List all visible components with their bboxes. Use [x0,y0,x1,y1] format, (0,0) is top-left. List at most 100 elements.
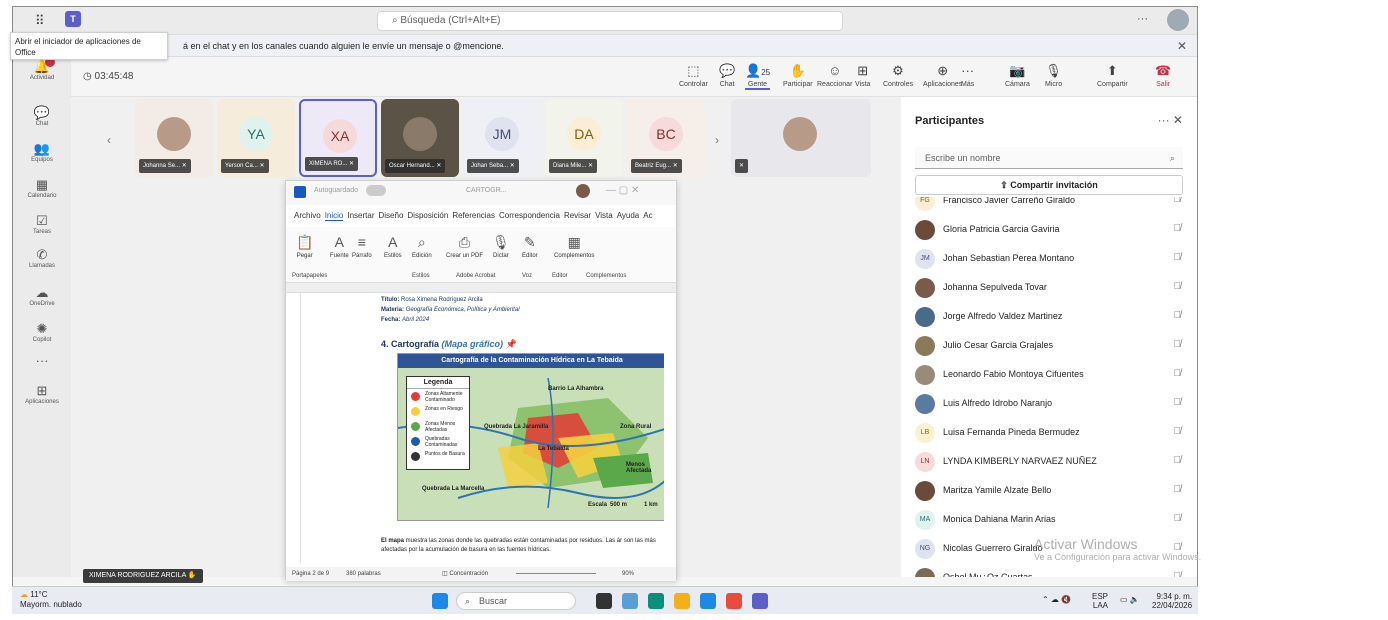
weather-desc: Mayorm. nublado [20,600,82,609]
participant-tile[interactable]: Oscar Hernand... ✕ [381,99,459,177]
network-volume-icon[interactable]: ▭ 🔈 [1120,595,1140,604]
control-controlar[interactable]: ⬚ Controlar [679,63,708,88]
rail-item-equipos[interactable]: 👥 Equipos [13,141,71,163]
menu-tab-vista[interactable]: Vista [595,211,613,220]
user-avatar[interactable] [1167,9,1189,31]
share-invite-button[interactable]: ⇪ Compartir invitación [915,175,1183,195]
participant-tile[interactable]: JM Johan Seba... ✕ [463,99,541,177]
zoom-slider[interactable] [516,573,596,574]
participant-row[interactable]: LN LYNDA KIMBERLY NARVAEZ NUÑEZ 🎙̸ [915,450,1183,474]
menu-tab-diseño[interactable]: Diseño [379,211,404,220]
participant-row[interactable]: Gloria Patricia Garcia Gaviria 🎙̸ [915,218,1183,242]
start-icon[interactable] [432,593,448,609]
control-chat[interactable]: 💬 Chat [719,63,735,88]
menu-tab-insertar[interactable]: Insertar [347,211,374,220]
edge-icon[interactable] [648,593,664,609]
teams-taskbar-icon[interactable] [752,593,768,609]
mic-off-icon: ✕ [180,163,187,169]
rail-item-onedrive[interactable]: ☁ OneDrive [13,285,71,307]
clock[interactable]: 9:34 p. m. 22/04/2026 [1152,592,1192,610]
tray-icons[interactable]: ⌃ ☁ 🔇 [1042,595,1071,604]
ribbon-editor[interactable]: ✎ Editor [522,231,538,259]
control-vista[interactable]: ⊞ Vista [855,63,870,88]
participant-tile[interactable]: BC Beatriz Eug... ✕ [627,99,705,177]
rail-item-tareas[interactable]: ☑ Tareas [13,213,71,235]
menu-tab-inicio[interactable]: Inicio [324,211,344,221]
ribbon-complementos[interactable]: ▦ Complementos [554,231,594,259]
control-controles[interactable]: ⚙ Controles [883,63,913,88]
menu-tab-ac[interactable]: Ac [643,211,652,220]
app-rail: 🔔 Actividad 💬 Chat 👥 Equipos ▦ Calendario ☑ Tarea… [13,57,71,577]
menu-tab-disposición[interactable]: Disposición [407,211,448,220]
rail-item-llamadas[interactable]: ✆ Llamadas [13,247,71,269]
rail-item-more[interactable]: ··· [13,353,71,369]
rail-item-calendario[interactable]: ▦ Calendario [13,177,71,199]
participant-row[interactable]: Johanna Sepulveda Tovar 🎙̸ [915,276,1183,300]
close-panel-icon[interactable]: ··· ✕ [1158,113,1183,127]
menu-tab-correspondencia[interactable]: Correspondencia [499,211,560,220]
participant-row[interactable]: Leonardo Fabio Montoya Cifuentes 🎙̸ [915,363,1183,387]
ribbon-estilos[interactable]: A Estilos [384,231,402,259]
ribbon-párrafo[interactable]: ≡ Párrafo [352,231,372,259]
control-aplicaciones[interactable]: ⊕ Aplicaciones [923,63,962,88]
participant-row[interactable]: Osbel Mu¿Oz Cuartas 🎙̸ [915,566,1183,577]
explorer-icon[interactable] [674,593,690,609]
window-controls-icon[interactable]: — ▢ ✕ [606,185,639,196]
menu-tab-archivo[interactable]: Archivo [294,211,321,220]
participant-row[interactable]: Luis Alfredo Idrobo Naranjo 🎙̸ [915,392,1183,416]
control-compartir[interactable]: ⬆ Compartir [1097,63,1128,88]
control-gente[interactable]: 👤25 Gente [745,63,771,90]
participant-row[interactable]: MA Monica Dahiana Marin Arias 🎙̸ [915,508,1183,532]
participant-search-input[interactable]: Escribe un nombre ⌕ [915,147,1183,169]
chevron-right-icon[interactable]: › [715,133,719,147]
participant-tile[interactable]: DA Diana Mile... ✕ [545,99,623,177]
taskbar-search[interactable]: ⌕ Buscar [456,592,576,610]
chrome-icon[interactable] [726,593,742,609]
word-user-avatar[interactable] [576,184,590,198]
close-icon[interactable]: ✕ [1177,35,1187,57]
focus-button[interactable]: ◫ Concentración [442,567,488,581]
autosave-toggle[interactable] [366,185,386,196]
control-reaccionar[interactable]: ☺ Reaccionar [817,63,852,88]
ribbon-pegar[interactable]: 📋 Pegar [296,231,313,259]
weather-widget[interactable]: ☁ 11°C Mayorm. nublado [20,590,82,610]
mic-off-icon: ✕ [347,161,355,167]
files-icon[interactable] [622,593,638,609]
participant-row[interactable]: Maritza Yamile Alzate Bello 🎙̸ [915,479,1183,503]
menu-tab-referencias[interactable]: Referencias [452,211,495,220]
participant-tile[interactable]: XA XIMENA RO... ✕ [299,99,377,177]
rail-item-actividad[interactable]: 🔔 Actividad [13,57,71,81]
ribbon-crear-un-pdf[interactable]: ⎙ Crear un PDF [446,231,483,259]
control-micro[interactable]: 🎙 Micro [1045,63,1062,88]
participant-row[interactable]: LB Luisa Fernanda Pineda Bermudez 🎙̸ [915,421,1183,445]
document-page[interactable]: Título: Rosa Ximena Rodríguez Arcila Mat… [300,293,664,563]
rail-item-chat[interactable]: 💬 Chat [13,105,71,127]
search-input[interactable]: ⌕ Búsqueda (Ctrl+Alt+E) [377,11,843,31]
chevron-left-icon[interactable]: ‹ [107,133,111,147]
participant-name: Francisco Javier Carreño Giraldo [943,197,1076,205]
participant-row[interactable]: JM Johan Sebastian Perea Montano 🎙̸ [915,247,1183,271]
task-view-icon[interactable] [596,593,612,609]
menu-tab-ayuda[interactable]: Ayuda [617,211,640,220]
participant-row[interactable]: FG Francisco Javier Carreño Giraldo 🎙̸ [915,197,1183,213]
app-launcher-icon[interactable]: ⠿ [35,13,45,29]
control-salir[interactable]: ☎ Salir [1155,63,1171,88]
store-icon[interactable] [700,593,716,609]
ribbon-fuente[interactable]: A Fuente [330,231,349,259]
word-window[interactable]: Autoguardado CARTOGR... — ▢ ✕ Archivo Ini… [285,180,677,581]
ribbon-dictar[interactable]: 🎙 Dictar [492,231,510,259]
participant-tile[interactable]: Johanna Se... ✕ [135,99,213,177]
participant-row[interactable]: Julio Cesar Garcia Grajales 🎙̸ [915,334,1183,358]
language-indicator[interactable]: ESP LAA [1092,592,1108,610]
rail-item-aplicaciones[interactable]: ⊞ Aplicaciones [13,383,71,405]
ribbon-edición[interactable]: ⌕ Edición [412,231,432,259]
control-participar[interactable]: ✋ Participar [783,63,813,88]
more-options-icon[interactable]: ··· [1137,13,1148,25]
participant-tile[interactable]: ✕ [731,99,871,177]
control-cámara[interactable]: 📷 Cámara [1005,63,1030,88]
control-más[interactable]: ··· Más [961,63,974,88]
participant-tile[interactable]: YA Yerson Ca... ✕ [217,99,295,177]
menu-tab-revisar[interactable]: Revisar [564,211,591,220]
participant-row[interactable]: Jorge Alfredo Valdez Martinez 🎙̸ [915,305,1183,329]
rail-item-copilot[interactable]: ✺ Copilot [13,321,71,343]
